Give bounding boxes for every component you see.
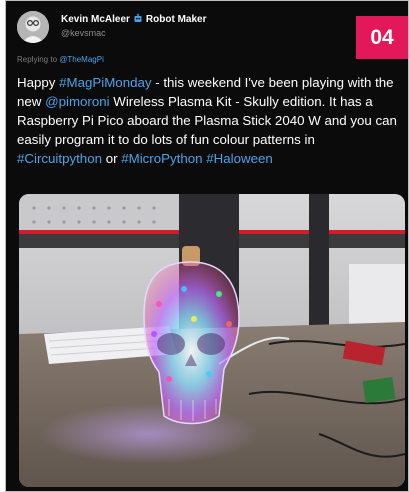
reply-mention-link[interactable]: @TheMagPi [59,55,104,64]
tweet-body: Happy #MagPiMonday - this weekend I've b… [17,73,402,168]
tweet-photo[interactable] [19,194,405,487]
skull-lamp-photo [19,194,405,487]
author-display-name[interactable]: Kevin McAleer [61,14,130,25]
tweet-card: Kevin McAleer Robot Maker @kevsmac Replyi… [5,0,409,492]
tweet-text-segment: Happy [17,75,60,90]
author-title: Robot Maker [145,14,207,25]
avatar-image [17,11,49,43]
avatar[interactable] [17,11,49,43]
author-name-line[interactable]: Kevin McAleer Robot Maker [61,13,206,25]
hashtag-link[interactable]: #MicroPython [121,151,202,166]
hashtag-link[interactable]: #MagPiMonday [59,75,151,90]
author-handle[interactable]: @kevsmac [61,28,106,38]
reply-indicator: Replying to @TheMagPi [17,55,104,64]
hashtag-link[interactable]: #Circuitpython [17,151,102,166]
page-number-tab: 04 [356,16,408,59]
reply-prefix: Replying to [17,55,58,64]
mention-link[interactable]: @pimoroni [45,94,110,109]
tweet-text-segment: or [102,151,122,166]
hashtag-link[interactable]: #Haloween [206,151,273,166]
robot-badge-icon [134,13,142,22]
